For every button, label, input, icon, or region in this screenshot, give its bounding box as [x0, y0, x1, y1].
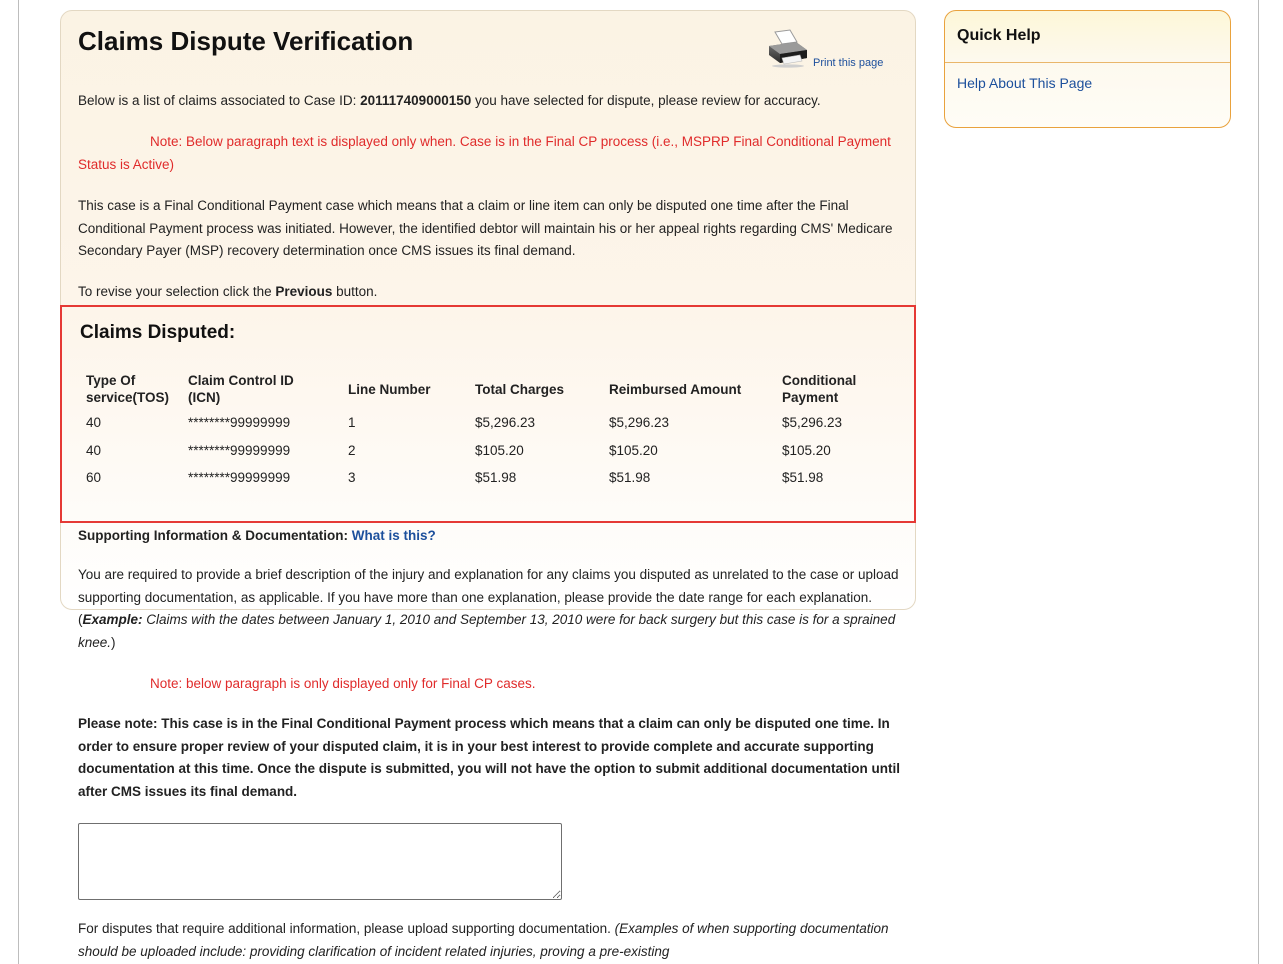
- cell-conditional-payment: $5,296.23: [782, 415, 843, 431]
- cell-icn: ********99999999: [188, 415, 291, 431]
- intro-suffix: you have selected for dispute, please re…: [471, 93, 821, 108]
- cell-conditional-payment: $51.98: [782, 470, 824, 486]
- table-row: 40 ********99999999 2 $105.20 $105.20 $1…: [82, 437, 882, 465]
- please-note-paragraph: Please note: This case is in the Final C…: [78, 716, 901, 799]
- description-textarea[interactable]: [78, 823, 562, 900]
- quick-help-divider: [945, 62, 1230, 63]
- table-row: 40 ********99999999 1 $5,296.23 $5,296.2…: [82, 409, 882, 437]
- header-icn: Claim Control ID (ICN): [184, 369, 344, 409]
- cell-icn: ********99999999: [188, 442, 291, 458]
- claims-disputed-title: Claims Disputed:: [80, 322, 236, 343]
- print-link-label: Print this page: [813, 57, 884, 69]
- what-is-this-link[interactable]: What is this?: [352, 528, 436, 543]
- printer-icon: [769, 29, 807, 68]
- final-only-note: Note: below paragraph is only displayed …: [150, 676, 536, 691]
- revise-instruction: To revise your selection click the Previ…: [78, 281, 908, 304]
- table-row: 60 ********99999999 3 $51.98 $51.98 $51.…: [82, 464, 882, 492]
- cell-line-number: 3: [348, 470, 356, 486]
- cell-tos: 40: [86, 415, 102, 431]
- example-label: Example:: [82, 612, 143, 627]
- final-cp-paragraph: This case is a Final Conditional Payment…: [78, 198, 893, 258]
- final-cp-note: Note: Below paragraph text is displayed …: [78, 134, 891, 172]
- cell-tos: 40: [86, 442, 102, 458]
- description-textarea-wrapper: [78, 823, 562, 900]
- cell-line-number: 1: [348, 415, 356, 431]
- header-total-charges: Total Charges: [475, 381, 565, 397]
- cell-conditional-payment: $105.20: [782, 442, 831, 458]
- claims-table: Type Of service(TOS) Claim Control ID (ICN…: [82, 369, 882, 492]
- example-text: Claims with the dates between January 1,…: [78, 612, 896, 650]
- print-page-link[interactable]: Print this page: [766, 28, 906, 72]
- required-close: ): [111, 634, 116, 650]
- header-tos: Type Of service(TOS): [82, 369, 184, 409]
- quick-help-title: Quick Help: [957, 27, 1041, 44]
- supporting-info-heading: Supporting Information & Documentation: …: [78, 525, 908, 548]
- previous-button-reference: Previous: [275, 284, 333, 299]
- cell-total-charges: $51.98: [475, 470, 517, 486]
- header-line-number: Line Number: [348, 381, 431, 397]
- upload-instruction-text: For disputes that require additional inf…: [78, 918, 908, 963]
- header-reimbursed-amount: Reimbursed Amount: [609, 381, 742, 397]
- header-tos-line2: service(TOS): [86, 390, 170, 405]
- supporting-heading-label: Supporting Information & Documentation:: [78, 528, 352, 543]
- help-about-page-link[interactable]: Help About This Page: [957, 75, 1092, 91]
- header-conditional-payment: Conditional Payment: [778, 369, 882, 409]
- cell-tos: 60: [86, 470, 102, 486]
- header-icn-line2: (ICN): [188, 390, 221, 405]
- case-id: 201117409000150: [360, 93, 472, 108]
- case-intro-text: Below is a list of claims associated to …: [78, 90, 908, 113]
- page-title: Claims Dispute Verification: [78, 26, 414, 56]
- cell-icn: ********99999999: [188, 470, 291, 486]
- cell-reimbursed-amount: $51.98: [609, 470, 651, 486]
- cell-total-charges: $5,296.23: [475, 415, 536, 431]
- claims-table-header-row: Type Of service(TOS) Claim Control ID (ICN…: [82, 369, 882, 409]
- header-cp-line2: Payment: [782, 390, 839, 405]
- header-tos-line1: Type Of: [86, 373, 136, 388]
- claims-disputed-section: Claims Disputed: Type Of service(TOS) Cla…: [60, 305, 916, 523]
- revise-prefix: To revise your selection click the: [78, 284, 276, 299]
- required-description-text: You are required to provide a brief desc…: [78, 564, 908, 654]
- intro-prefix: Below is a list of claims associated to …: [78, 93, 361, 108]
- upload-text: For disputes that require additional inf…: [78, 921, 615, 936]
- header-icn-line1: Claim Control ID: [188, 373, 294, 388]
- quick-help-panel: Quick Help Help About This Page: [944, 10, 1231, 128]
- cell-reimbursed-amount: $105.20: [609, 442, 658, 458]
- cell-reimbursed-amount: $5,296.23: [609, 415, 670, 431]
- header-cp-line1: Conditional: [782, 373, 857, 388]
- revise-suffix: button.: [332, 284, 378, 299]
- cell-total-charges: $105.20: [475, 442, 524, 458]
- cell-line-number: 2: [348, 442, 356, 458]
